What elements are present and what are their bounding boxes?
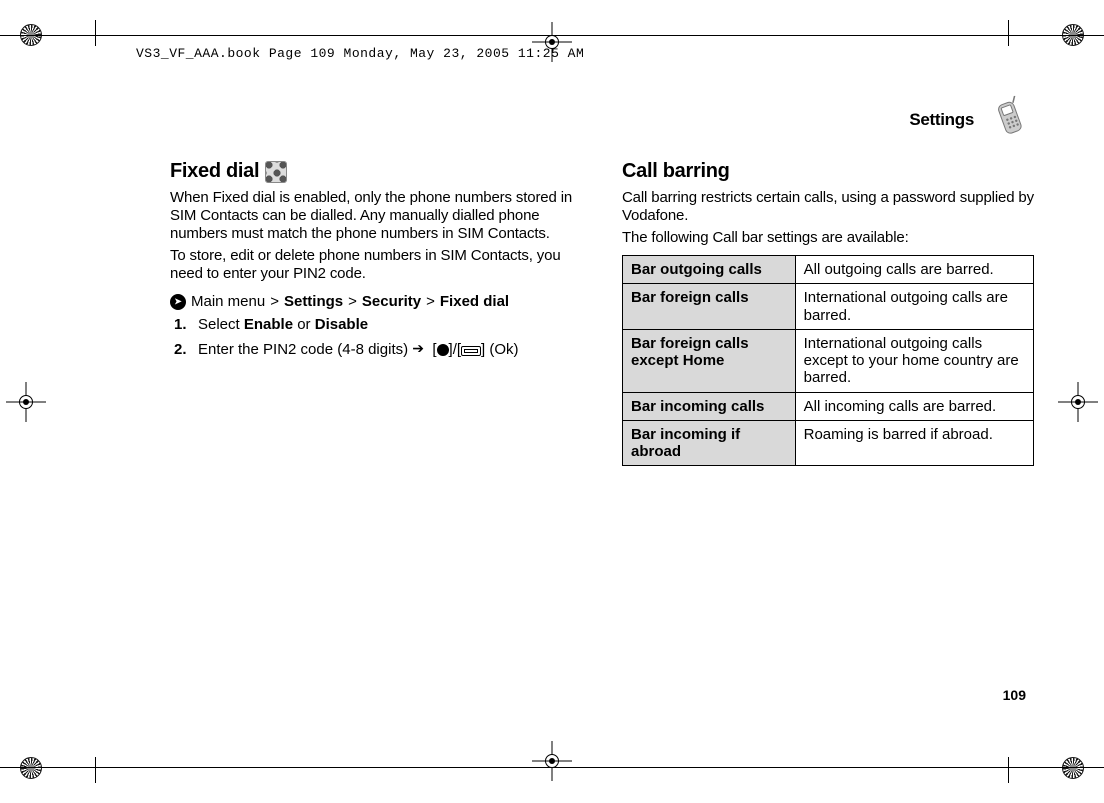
heading-fixed-dial: Fixed dial	[170, 160, 582, 183]
paragraph: When Fixed dial is enabled, only the pho…	[170, 189, 582, 243]
chevron-right-icon: >	[348, 293, 357, 310]
steps-list: Select Enable or Disable Enter the PIN2 …	[170, 316, 582, 360]
slash: /	[453, 341, 457, 358]
paragraph: Call barring restricts certain calls, us…	[622, 189, 1034, 225]
setting-name: Bar outgoing calls	[623, 256, 796, 284]
page-body: Settings Fixed dial When Fixed dial is e…	[170, 110, 1034, 703]
setting-description: Roaming is barred if abroad.	[795, 420, 1033, 466]
running-head: Settings	[909, 110, 974, 130]
table-row: Bar outgoing callsAll outgoing calls are…	[623, 256, 1034, 284]
nav-item: Fixed dial	[440, 293, 509, 310]
cross-mark-icon	[6, 382, 46, 422]
heading-call-barring: Call barring	[622, 160, 1034, 183]
nav-item: Security	[362, 293, 421, 310]
nav-item: Settings	[284, 293, 343, 310]
setting-description: All incoming calls are barred.	[795, 392, 1033, 420]
step-text: Enter the PIN2 code (4-8 digits)	[198, 341, 412, 358]
phone-icon	[985, 92, 1042, 154]
menu-path: Main menu > Settings > Security > Fixed …	[170, 293, 582, 310]
paragraph: To store, edit or delete phone numbers i…	[170, 247, 582, 283]
setting-name: Bar foreign calls	[623, 284, 796, 330]
setting-name: Bar incoming calls	[623, 392, 796, 420]
setting-name: Bar foreign calls except Home	[623, 329, 796, 392]
nav-bullet-icon	[170, 294, 186, 310]
nav-root: Main menu	[191, 293, 265, 310]
setting-description: International outgoing calls are barred.	[795, 284, 1033, 330]
registration-mark-icon	[1062, 757, 1084, 779]
call-barring-table: Bar outgoing callsAll outgoing calls are…	[622, 255, 1034, 466]
registration-mark-icon	[20, 757, 42, 779]
table-row: Bar foreign callsInternational outgoing …	[623, 284, 1034, 330]
option-enable: Enable	[244, 316, 293, 333]
arrow-right-icon: ➔	[412, 340, 424, 358]
table-row: Bar incoming callsAll incoming calls are…	[623, 392, 1034, 420]
table-row: Bar incoming if abroadRoaming is barred …	[623, 420, 1034, 466]
setting-description: All outgoing calls are barred.	[795, 256, 1033, 284]
page-number: 109	[1003, 687, 1026, 703]
paragraph: The following Call bar settings are avai…	[622, 229, 1034, 247]
heading-text: Fixed dial	[170, 160, 259, 183]
setting-description: International outgoing calls except to y…	[795, 329, 1033, 392]
step-text: Select	[198, 316, 244, 333]
step-1: Select Enable or Disable	[198, 316, 582, 335]
table-row: Bar foreign calls except HomeInternation…	[623, 329, 1034, 392]
fixed-dial-badge-icon	[265, 161, 287, 183]
softkey-icon	[461, 346, 481, 356]
right-column: Call barring Call barring restricts cert…	[622, 160, 1034, 466]
step-2: Enter the PIN2 code (4-8 digits) ➔ []/[]…	[198, 341, 582, 360]
setting-name: Bar incoming if abroad	[623, 420, 796, 466]
heading-text: Call barring	[622, 160, 730, 183]
cross-mark-icon	[1058, 382, 1098, 422]
left-column: Fixed dial When Fixed dial is enabled, o…	[170, 160, 582, 466]
step-text: (Ok)	[485, 341, 518, 358]
center-key-icon	[437, 344, 449, 356]
chevron-right-icon: >	[426, 293, 435, 310]
cross-mark-icon	[532, 741, 572, 781]
trim-line	[95, 20, 96, 783]
step-text: or	[293, 316, 315, 333]
chevron-right-icon: >	[270, 293, 279, 310]
print-meta-line: VS3_VF_AAA.book Page 109 Monday, May 23,…	[136, 46, 584, 61]
option-disable: Disable	[315, 316, 368, 333]
